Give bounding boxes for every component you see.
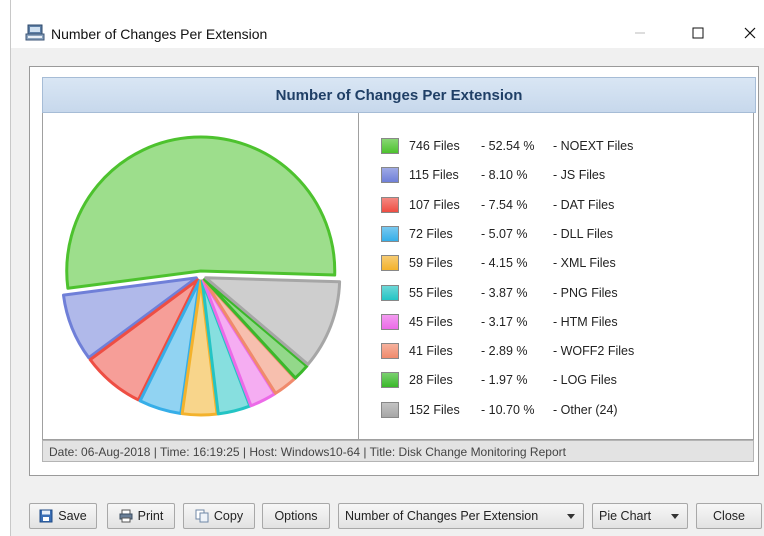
legend-swatch	[381, 138, 399, 154]
maximize-button[interactable]	[675, 18, 721, 48]
legend-item: 152 Files - 10.70 % - Other (24)	[381, 401, 618, 419]
legend-item: 59 Files - 4.15 % - XML Files	[381, 254, 616, 272]
legend-swatch	[381, 167, 399, 184]
legend-label: - XML Files	[553, 256, 616, 271]
legend-file-count: 152 Files	[409, 402, 460, 417]
report-type-value: Number of Changes Per Extension	[345, 509, 539, 523]
chart-header: Number of Changes Per Extension	[42, 77, 756, 113]
close-icon	[744, 27, 756, 39]
printer-icon	[119, 509, 133, 523]
chart-type-select[interactable]: Pie Chart	[592, 503, 688, 529]
save-icon	[39, 509, 53, 523]
options-button[interactable]: Options	[262, 503, 330, 529]
legend-percent: - 3.17 %	[481, 314, 528, 329]
legend-file-count: 45 Files	[409, 314, 453, 329]
legend-label: - JS Files	[553, 168, 606, 183]
chart-type-value: Pie Chart	[599, 509, 652, 523]
legend-label: - PNG Files	[553, 285, 618, 300]
options-label: Options	[274, 509, 318, 523]
legend-swatch	[381, 401, 399, 418]
print-label: Print	[137, 509, 164, 523]
legend-label: - HTM Files	[553, 314, 618, 329]
legend-panel: 746 Files - 52.54 % - NOEXT Files 115 Files…	[358, 113, 754, 440]
title-bar: Number of Changes Per Extension	[11, 0, 764, 48]
legend-file-count: 59 Files	[409, 256, 453, 271]
report-type-select[interactable]: Number of Changes Per Extension	[338, 503, 584, 529]
legend-swatch	[381, 284, 399, 301]
window-close-button[interactable]	[727, 18, 764, 48]
copy-icon	[195, 509, 209, 523]
chart-frame: Number of Changes Per Extension 746 File…	[29, 66, 759, 476]
legend-file-count: 72 Files	[409, 226, 453, 241]
app-icon	[25, 24, 45, 41]
legend-percent: - 5.07 %	[481, 226, 528, 241]
legend-file-count: 115 Files	[409, 168, 459, 183]
legend-swatch	[381, 313, 399, 330]
legend-file-count: 55 Files	[409, 285, 453, 300]
chevron-down-icon	[567, 514, 575, 519]
legend-file-count: 746 Files	[409, 139, 460, 153]
print-button[interactable]: Print	[107, 503, 175, 529]
legend-swatch	[381, 225, 399, 242]
legend-item: 115 Files - 8.10 % - JS Files	[381, 166, 605, 184]
minimize-button[interactable]	[617, 18, 663, 48]
legend-label: - DAT Files	[553, 197, 615, 212]
legend-item: 55 Files - 3.87 % - PNG Files	[381, 284, 618, 302]
maximize-icon	[692, 27, 704, 39]
copy-label: Copy	[213, 509, 244, 523]
chevron-down-icon	[671, 514, 679, 519]
copy-button[interactable]: Copy	[183, 503, 255, 529]
pie-slice	[65, 135, 337, 290]
legend-percent: - 1.97 %	[481, 373, 528, 388]
pie-panel	[42, 113, 360, 440]
legend-percent: - 4.15 %	[481, 256, 528, 271]
legend-swatch	[381, 255, 399, 272]
window-title: Number of Changes Per Extension	[51, 26, 268, 42]
legend-label: - DLL Files	[553, 226, 613, 241]
legend-swatch	[381, 372, 399, 389]
legend-percent: - 52.54 %	[481, 139, 535, 153]
legend-percent: - 7.54 %	[481, 197, 528, 212]
legend-item: 45 Files - 3.17 % - HTM Files	[381, 313, 618, 331]
legend-file-count: 107 Files	[409, 197, 460, 212]
legend-percent: - 8.10 %	[481, 168, 528, 183]
pie-chart	[61, 135, 342, 417]
save-button[interactable]: Save	[29, 503, 97, 529]
legend-item: 72 Files - 5.07 % - DLL Files	[381, 225, 613, 243]
minimize-icon	[635, 32, 645, 34]
close-button[interactable]: Close	[696, 503, 762, 529]
legend-label: - WOFF2 Files	[553, 344, 635, 359]
legend-item: 28 Files - 1.97 % - LOG Files	[381, 371, 617, 389]
legend-percent: - 10.70 %	[481, 402, 535, 417]
legend-label: - Other (24)	[553, 402, 618, 417]
legend-swatch	[381, 343, 399, 360]
legend-swatch	[381, 196, 399, 213]
close-label: Close	[713, 509, 745, 523]
save-label: Save	[58, 509, 87, 523]
legend-item: 41 Files - 2.89 % - WOFF2 Files	[381, 342, 634, 360]
legend-percent: - 3.87 %	[481, 285, 528, 300]
legend-label: - LOG Files	[553, 373, 617, 388]
legend-file-count: 28 Files	[409, 373, 453, 388]
legend-percent: - 2.89 %	[481, 344, 528, 359]
legend-file-count: 41 Files	[409, 344, 453, 359]
report-info-bar: Date: 06-Aug-2018 | Time: 16:19:25 | Hos…	[42, 440, 754, 462]
legend-item: 746 Files - 52.54 % - NOEXT Files	[381, 137, 633, 155]
legend-label: - NOEXT Files	[553, 139, 634, 153]
report-window: Number of Changes Per Extension Number o…	[10, 0, 764, 536]
legend-item: 107 Files - 7.54 % - DAT Files	[381, 196, 614, 214]
